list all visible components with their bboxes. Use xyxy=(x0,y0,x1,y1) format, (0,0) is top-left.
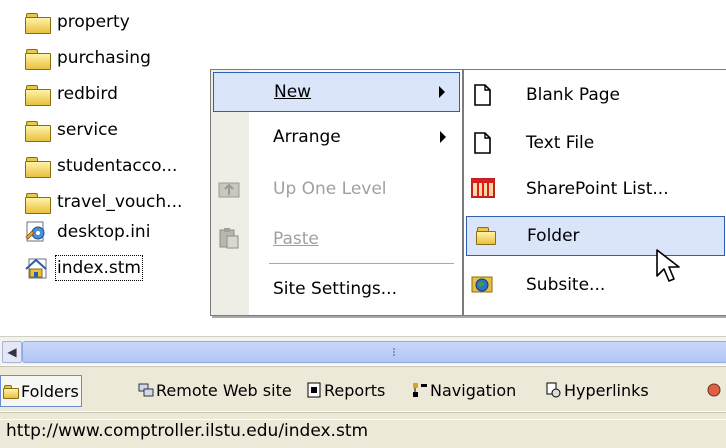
view-tabs-bar: Folders Remote Web site Reports Navigati… xyxy=(0,366,726,411)
file-item-index-stm[interactable]: index.stm xyxy=(24,254,143,282)
tab-folders[interactable]: Folders xyxy=(0,375,82,407)
paste-icon xyxy=(217,227,245,251)
file-label: desktop.ini xyxy=(57,222,151,242)
scroll-thumb[interactable] xyxy=(22,341,726,363)
scroll-left-button[interactable]: ◀ xyxy=(2,341,22,363)
file-label: studentacco... xyxy=(57,156,178,176)
status-text: http://www.comptroller.ilstu.edu/index.s… xyxy=(6,421,369,441)
menu-separator xyxy=(269,263,454,264)
menu-item-subsite[interactable]: Subsite... xyxy=(466,266,725,304)
submenu-arrow-icon xyxy=(440,131,446,143)
folder-icon xyxy=(24,119,52,142)
folder-icon xyxy=(24,191,52,214)
file-item-redbird[interactable]: redbird xyxy=(24,80,119,108)
file-label: purchasing xyxy=(57,48,151,68)
menu-item-paste[interactable]: Paste xyxy=(213,220,460,258)
menu-item-up-one-level[interactable]: Up One Level xyxy=(213,170,460,208)
hyperlinks-icon xyxy=(546,382,562,398)
menu-item-arrange[interactable]: Arrange xyxy=(213,118,460,156)
cursor-arrow-icon xyxy=(656,249,680,282)
page-icon xyxy=(470,83,498,107)
tab-remote-web-site[interactable]: Remote Web site xyxy=(138,375,292,405)
menu-item-site-settings[interactable]: Site Settings... xyxy=(213,270,460,308)
settings-file-icon xyxy=(24,221,52,243)
menu-item-label: Up One Level xyxy=(273,179,387,199)
home-page-icon xyxy=(24,257,52,279)
file-item-property[interactable]: property xyxy=(24,8,131,36)
folder-icon xyxy=(24,83,52,106)
horizontal-scrollbar[interactable]: ◀ xyxy=(0,336,726,365)
file-item-desktop-ini[interactable]: desktop.ini xyxy=(24,218,151,246)
menu-item-folder[interactable]: Folder xyxy=(466,216,725,256)
tab-label: Navigation xyxy=(430,380,517,400)
folder-icon xyxy=(24,47,52,70)
menu-item-new[interactable]: New xyxy=(213,72,460,112)
tab-label: Reports xyxy=(324,380,386,400)
page-icon xyxy=(470,131,498,155)
submenu-arrow-icon xyxy=(439,86,445,98)
folder-icon xyxy=(475,225,503,249)
file-label: index.stm xyxy=(55,255,143,281)
tab-navigation[interactable]: Navigation xyxy=(412,375,516,405)
menu-item-label: Arrange xyxy=(273,127,341,147)
status-bar: http://www.comptroller.ilstu.edu/index.s… xyxy=(0,412,726,448)
menu-item-text-file[interactable]: Text File xyxy=(466,124,725,162)
up-folder-icon xyxy=(217,177,245,201)
menu-item-label: New xyxy=(274,82,312,102)
menu-item-label: Folder xyxy=(527,226,580,246)
tab-hyperlinks[interactable]: Hyperlinks xyxy=(546,375,649,405)
tab-label: Folders xyxy=(21,381,79,401)
folder-icon xyxy=(24,155,52,178)
menu-item-sharepoint-list[interactable]: SharePoint List... xyxy=(466,170,725,208)
tab-label: Remote Web site xyxy=(156,380,292,400)
new-submenu: Blank Page Text File SharePoint List... … xyxy=(463,69,726,316)
navigation-icon xyxy=(412,382,428,398)
file-label: property xyxy=(57,12,130,32)
remote-site-icon xyxy=(138,382,154,398)
file-item-purchasing[interactable]: purchasing xyxy=(24,44,152,72)
menu-item-label: Subsite... xyxy=(526,275,606,295)
overflow-tab-icon[interactable] xyxy=(706,375,724,405)
folder-icon xyxy=(24,11,52,34)
menu-item-blank-page[interactable]: Blank Page xyxy=(466,76,725,114)
file-item-studentacco[interactable]: studentacco... xyxy=(24,152,178,180)
folder-icon xyxy=(3,384,19,399)
list-icon xyxy=(470,177,498,201)
context-menu: New Arrange Up One Level Paste Site Sett… xyxy=(210,69,463,316)
web-icon xyxy=(470,273,498,297)
menu-item-label: Paste xyxy=(273,229,319,249)
file-label: redbird xyxy=(57,84,118,104)
tab-reports[interactable]: Reports xyxy=(306,375,385,405)
file-label: travel_vouch... xyxy=(57,192,183,212)
file-label: service xyxy=(57,120,118,140)
menu-item-label: Blank Page xyxy=(526,85,620,105)
reports-icon xyxy=(306,382,322,398)
tab-label: Hyperlinks xyxy=(564,380,649,400)
file-item-service[interactable]: service xyxy=(24,116,119,144)
menu-item-label: SharePoint List... xyxy=(526,179,669,199)
menu-item-label: Text File xyxy=(526,133,595,153)
menu-item-label: Site Settings... xyxy=(273,279,397,299)
file-item-travel-vouch[interactable]: travel_vouch... xyxy=(24,188,183,216)
